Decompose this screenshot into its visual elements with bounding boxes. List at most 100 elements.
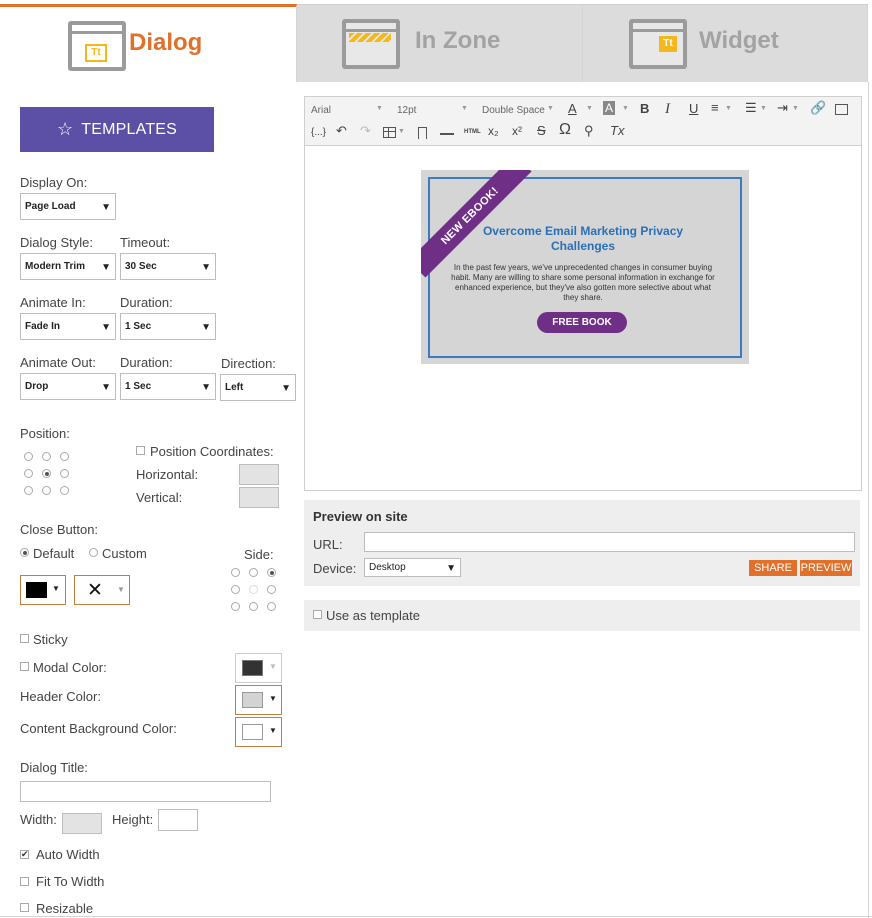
underline-icon[interactable]: U — [689, 101, 698, 116]
position-bottom-right[interactable] — [60, 486, 69, 495]
subscript-icon[interactable]: x₂ — [488, 124, 499, 138]
side-bottom-center[interactable] — [249, 602, 258, 611]
animate-out-duration-select[interactable]: 1 Sec ▼ — [120, 373, 216, 400]
line-spacing-select[interactable]: Double Space — [482, 105, 545, 116]
templates-button[interactable]: ☆ TEMPLATES — [20, 107, 214, 152]
font-family-select[interactable]: Arial — [311, 105, 331, 116]
free-book-button[interactable]: FREE BOOK — [537, 312, 627, 333]
header-color-picker[interactable]: ▼ — [235, 685, 282, 715]
horizontal-label: Horizontal: — [136, 467, 199, 482]
background-color-icon[interactable]: A — [603, 101, 616, 115]
position-bottom-left[interactable] — [24, 486, 33, 495]
animate-out-select[interactable]: Drop ▼ — [20, 373, 116, 400]
position-top-center[interactable] — [42, 452, 51, 461]
horizontal-input[interactable] — [239, 464, 279, 485]
dialog-window-icon: Tt — [68, 21, 126, 71]
tab-label: Widget — [699, 27, 779, 54]
italic-icon[interactable]: I — [665, 101, 670, 118]
side-bottom-right[interactable] — [267, 602, 276, 611]
tab-dialog[interactable]: Tt Dialog — [0, 4, 297, 82]
tab-in-zone[interactable]: In Zone — [297, 4, 583, 82]
height-input[interactable] — [158, 809, 198, 831]
position-middle-left[interactable] — [24, 469, 33, 478]
display-on-select[interactable]: Page Load ▼ — [20, 193, 116, 220]
position-bottom-center[interactable] — [42, 486, 51, 495]
vertical-label: Vertical: — [136, 490, 183, 505]
close-color-picker[interactable]: ▼ — [20, 575, 66, 605]
sticky-checkbox[interactable] — [20, 634, 29, 643]
close-side-grid — [226, 563, 282, 615]
resizable-checkbox[interactable] — [20, 903, 29, 912]
image-icon[interactable] — [835, 104, 848, 115]
html-icon[interactable]: HTML — [464, 129, 481, 135]
animate-in-duration-select[interactable]: 1 Sec ▼ — [120, 313, 216, 340]
position-top-left[interactable] — [24, 452, 33, 461]
position-middle-right[interactable] — [60, 469, 69, 478]
position-coordinates-label: Position Coordinates: — [150, 444, 274, 459]
special-character-icon[interactable]: Ω — [559, 121, 571, 139]
side-center — [249, 585, 258, 594]
dropdown-arrow-icon: ▼ — [201, 322, 211, 333]
align-icon[interactable]: ≡ — [711, 100, 719, 115]
direction-label: Direction: — [221, 356, 276, 371]
device-select[interactable]: Desktop ▼ — [364, 558, 461, 577]
tab-label: In Zone — [415, 27, 501, 54]
side-bottom-left[interactable] — [231, 602, 240, 611]
tab-widget[interactable]: Tt Widget — [583, 4, 868, 82]
horizontal-rule-icon[interactable] — [440, 133, 454, 135]
preview-button[interactable]: PREVIEW — [800, 560, 852, 576]
close-custom-radio[interactable] — [89, 548, 98, 557]
dropdown-arrow-icon: ▼ — [269, 694, 277, 703]
position-coordinates-checkbox[interactable] — [136, 446, 145, 455]
side-top-center[interactable] — [249, 568, 258, 577]
width-label: Width: — [20, 812, 57, 827]
side-middle-left[interactable] — [231, 585, 240, 594]
vertical-input[interactable] — [239, 487, 279, 508]
dialog-style-select[interactable]: Modern Trim ▼ — [20, 253, 116, 280]
close-default-radio[interactable] — [20, 548, 29, 557]
undo-icon[interactable]: ↶ — [336, 123, 347, 139]
modal-color-checkbox[interactable] — [20, 662, 29, 671]
use-as-template-checkbox[interactable] — [313, 610, 322, 619]
url-input[interactable] — [364, 532, 855, 552]
find-icon[interactable]: ⚲ — [584, 123, 594, 139]
dropdown-arrow-icon: ▼ — [117, 585, 125, 594]
indent-icon[interactable]: ⇥ — [777, 100, 788, 116]
position-center[interactable] — [42, 469, 51, 478]
bullet-list-icon[interactable]: ☰ — [745, 100, 757, 116]
modal-color-picker[interactable]: ▼ — [235, 653, 282, 683]
fit-to-width-checkbox[interactable] — [20, 877, 29, 886]
preview-on-site-heading: Preview on site — [313, 509, 408, 524]
auto-width-checkbox[interactable]: ✔ — [20, 850, 29, 859]
share-button[interactable]: SHARE — [749, 560, 797, 576]
strikethrough-icon[interactable]: S — [537, 123, 546, 138]
dropdown-arrow-icon: ▼ — [269, 662, 277, 671]
dialog-title-input[interactable] — [20, 781, 271, 802]
preview-title: Overcome Email Marketing Privacy Challen… — [482, 224, 684, 253]
side-top-right[interactable] — [267, 568, 276, 577]
text-color-icon[interactable]: A — [568, 101, 577, 116]
templates-label: TEMPLATES — [81, 120, 178, 138]
side-top-left[interactable] — [231, 568, 240, 577]
superscript-icon[interactable]: x² — [512, 124, 522, 138]
close-symbol-picker[interactable]: ✕ ▼ — [74, 575, 130, 605]
bookmark-icon[interactable] — [418, 127, 427, 139]
frame-border — [0, 916, 872, 917]
direction-select[interactable]: Left ▼ — [220, 374, 296, 401]
position-label: Position: — [20, 426, 70, 441]
dialog-preview-card[interactable]: NEW EBOOK! Overcome Email Marketing Priv… — [421, 170, 749, 364]
color-swatch — [242, 660, 263, 676]
source-code-icon[interactable]: {...} — [311, 127, 326, 138]
timeout-select[interactable]: 30 Sec ▼ — [120, 253, 216, 280]
animate-in-select[interactable]: Fade In ▼ — [20, 313, 116, 340]
table-icon[interactable] — [383, 127, 396, 138]
position-top-right[interactable] — [60, 452, 69, 461]
content-bg-color-picker[interactable]: ▼ — [235, 717, 282, 747]
content-bg-color-label: Content Background Color: — [20, 721, 177, 736]
side-middle-right[interactable] — [267, 585, 276, 594]
link-icon[interactable]: 🔗 — [810, 100, 826, 116]
bold-icon[interactable]: B — [640, 101, 649, 116]
width-input[interactable] — [62, 813, 102, 834]
font-size-select[interactable]: 12pt — [397, 105, 416, 116]
clear-formatting-icon[interactable]: Tx — [610, 123, 624, 138]
